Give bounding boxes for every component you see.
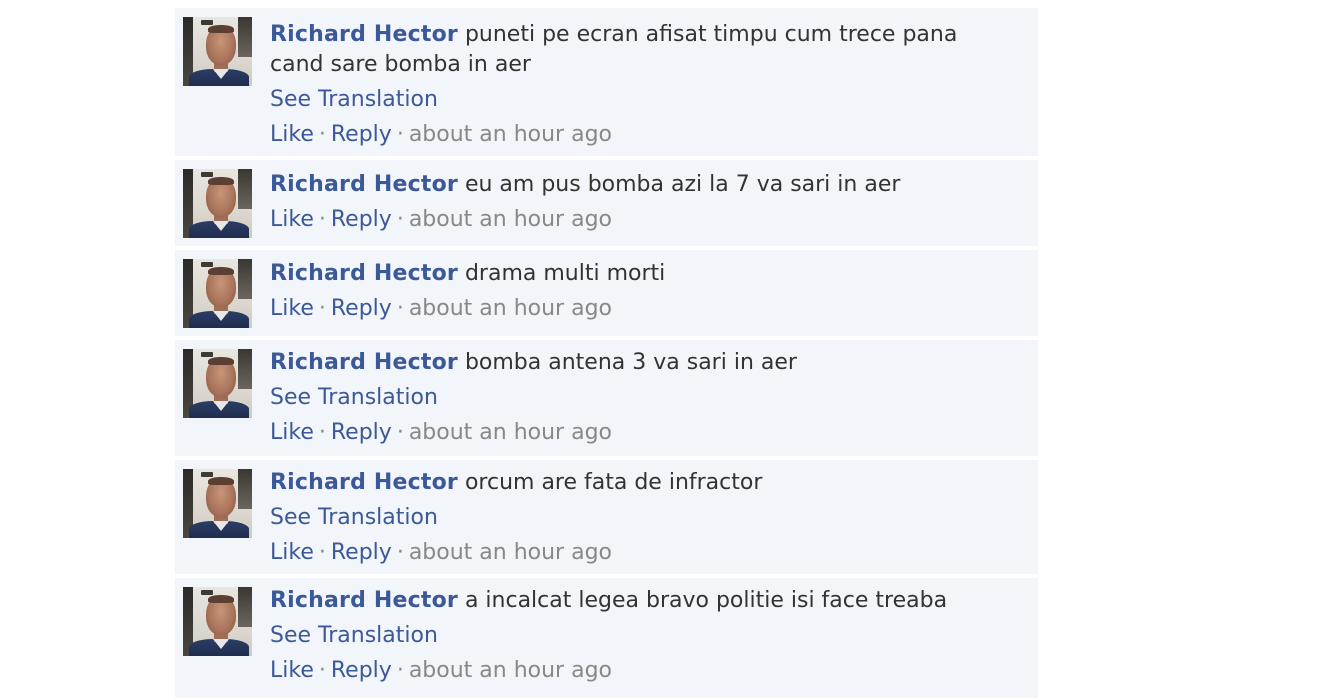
- reply-link[interactable]: Reply: [331, 207, 392, 232]
- comment-actions: Like · Reply · about an hour ago: [270, 120, 1000, 150]
- comment-author[interactable]: Richard Hector: [270, 261, 458, 286]
- comment-timestamp[interactable]: about an hour ago: [409, 207, 612, 232]
- comment-author[interactable]: Richard Hector: [270, 470, 458, 495]
- comment-actions: Like · Reply · about an hour ago: [270, 538, 1000, 568]
- avatar[interactable]: [183, 169, 252, 238]
- comment-timestamp[interactable]: about an hour ago: [409, 540, 612, 565]
- separator: ·: [396, 296, 404, 321]
- separator: ·: [318, 420, 326, 445]
- separator: ·: [396, 540, 404, 565]
- reply-link[interactable]: Reply: [331, 540, 392, 565]
- comment-timestamp[interactable]: about an hour ago: [409, 122, 612, 147]
- like-link[interactable]: Like: [270, 540, 314, 565]
- comment-body: Richard Hector a incalcat legea bravo po…: [270, 586, 1000, 686]
- avatar[interactable]: [183, 587, 252, 656]
- separator: ·: [318, 658, 326, 683]
- comment-body: Richard Hector orcum are fata de infract…: [270, 468, 1000, 568]
- separator: ·: [396, 420, 404, 445]
- comment-text: bomba antena 3 va sari in aer: [464, 350, 797, 375]
- separator: ·: [318, 540, 326, 565]
- separator: ·: [396, 122, 404, 147]
- reply-link[interactable]: Reply: [331, 420, 392, 445]
- reply-link[interactable]: Reply: [331, 658, 392, 683]
- like-link[interactable]: Like: [270, 296, 314, 321]
- comment-author[interactable]: Richard Hector: [270, 350, 458, 375]
- comment: Richard Hector eu am pus bomba azi la 7 …: [175, 160, 1038, 248]
- comment-text: eu am pus bomba azi la 7 va sari in aer: [464, 172, 901, 197]
- comment-author[interactable]: Richard Hector: [270, 588, 458, 613]
- avatar[interactable]: [183, 349, 252, 418]
- comment: Richard Hector orcum are fata de infract…: [175, 460, 1038, 576]
- comment-text: a incalcat legea bravo politie isi face …: [464, 588, 948, 613]
- see-translation-link[interactable]: See Translation: [270, 503, 1000, 533]
- comment-body: Richard Hector puneti pe ecran afisat ti…: [270, 20, 1000, 150]
- comment-actions: Like · Reply · about an hour ago: [270, 656, 1000, 686]
- comment-timestamp[interactable]: about an hour ago: [409, 296, 612, 321]
- comment: Richard Hector bomba antena 3 va sari in…: [175, 340, 1038, 458]
- comment-body: Richard Hector bomba antena 3 va sari in…: [270, 348, 1000, 448]
- comment-text: drama multi morti: [464, 261, 666, 286]
- avatar[interactable]: [183, 469, 252, 538]
- comment: Richard Hector drama multi morti Like · Re…: [175, 250, 1038, 338]
- comment-body: Richard Hector eu am pus bomba azi la 7 …: [270, 170, 1000, 235]
- like-link[interactable]: Like: [270, 420, 314, 445]
- separator: ·: [396, 658, 404, 683]
- comment-body: Richard Hector drama multi morti Like · Re…: [270, 259, 1000, 324]
- like-link[interactable]: Like: [270, 658, 314, 683]
- like-link[interactable]: Like: [270, 122, 314, 147]
- separator: ·: [318, 122, 326, 147]
- comment: Richard Hector puneti pe ecran afisat ti…: [175, 8, 1038, 158]
- comment-actions: Like · Reply · about an hour ago: [270, 205, 1000, 235]
- comment: Richard Hector a incalcat legea bravo po…: [175, 578, 1038, 700]
- see-translation-link[interactable]: See Translation: [270, 383, 1000, 413]
- comment-timestamp[interactable]: about an hour ago: [409, 658, 612, 683]
- avatar[interactable]: [183, 17, 252, 86]
- reply-link[interactable]: Reply: [331, 296, 392, 321]
- comment-author[interactable]: Richard Hector: [270, 22, 458, 47]
- separator: ·: [396, 207, 404, 232]
- separator: ·: [318, 207, 326, 232]
- comment-text: orcum are fata de infractor: [464, 470, 763, 495]
- see-translation-link[interactable]: See Translation: [270, 621, 1000, 651]
- avatar[interactable]: [183, 259, 252, 328]
- comment-actions: Like · Reply · about an hour ago: [270, 294, 1000, 324]
- separator: ·: [318, 296, 326, 321]
- comment-author[interactable]: Richard Hector: [270, 172, 458, 197]
- like-link[interactable]: Like: [270, 207, 314, 232]
- comment-actions: Like · Reply · about an hour ago: [270, 418, 1000, 448]
- comment-timestamp[interactable]: about an hour ago: [409, 420, 612, 445]
- see-translation-link[interactable]: See Translation: [270, 85, 1000, 115]
- reply-link[interactable]: Reply: [331, 122, 392, 147]
- comment-list: Richard Hector puneti pe ecran afisat ti…: [175, 0, 1038, 700]
